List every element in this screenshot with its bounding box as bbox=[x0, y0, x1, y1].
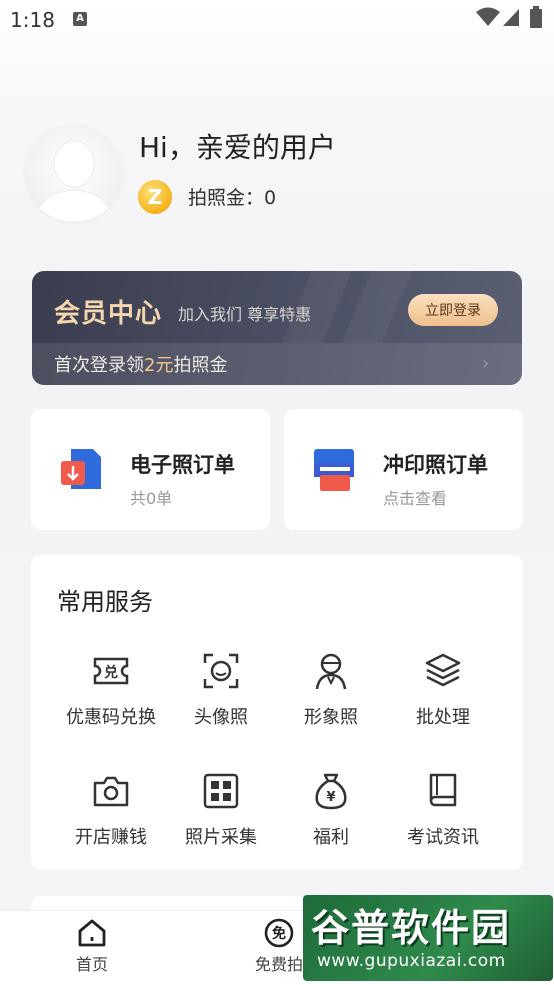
svg-text:兑: 兑 bbox=[104, 664, 118, 681]
service-label: 考试资讯 bbox=[407, 827, 479, 848]
membership-banner[interactable]: 会员中心 加入我们 尊享特惠 立即登录 首次登录领2元拍照金 › bbox=[32, 271, 522, 385]
reward-amount: 2元 bbox=[144, 355, 174, 376]
order-view-link: 点击查看 bbox=[383, 489, 448, 508]
coupon-exchange-icon: 兑 bbox=[93, 657, 129, 685]
print-photo-order-icon bbox=[314, 449, 354, 491]
service-avatar-photo[interactable]: 头像照 bbox=[166, 651, 276, 729]
person-icon bbox=[315, 653, 347, 690]
order-count: 共0单 bbox=[130, 489, 173, 508]
status-bar: 1:18 A bbox=[0, 0, 554, 40]
service-label: 开店赚钱 bbox=[75, 827, 147, 848]
login-reward-tip: 首次登录领2元拍照金 bbox=[54, 355, 228, 376]
services-heading: 常用服务 bbox=[57, 588, 153, 616]
signal-icon bbox=[503, 9, 519, 26]
service-label: 福利 bbox=[313, 827, 349, 848]
service-label: 批处理 bbox=[416, 707, 470, 728]
service-label: 形象照 bbox=[304, 707, 358, 728]
battery-icon bbox=[530, 6, 542, 28]
common-services-panel: 常用服务 兑 优惠码兑换 头像照 形象照 批处理 开店赚钱 照片采集 ¥ 福利 … bbox=[31, 555, 523, 870]
service-batch-process[interactable]: 批处理 bbox=[388, 651, 498, 729]
grid-icon bbox=[203, 773, 239, 809]
service-welfare[interactable]: ¥ 福利 bbox=[276, 771, 386, 849]
free-icon: 免 bbox=[264, 918, 294, 948]
camera-icon bbox=[93, 776, 129, 807]
watermark-logo: 谷普软件园 www.gupuxiazai.com bbox=[303, 895, 553, 981]
coin-icon: Z bbox=[138, 180, 172, 214]
money-bag-icon: ¥ bbox=[315, 773, 347, 810]
avatar[interactable] bbox=[25, 124, 123, 222]
order-title: 电子照订单 bbox=[130, 453, 235, 477]
chevron-right-icon: › bbox=[482, 353, 490, 374]
service-photo-collection[interactable]: 照片采集 bbox=[166, 771, 276, 849]
wifi-icon bbox=[476, 7, 500, 26]
service-exam-info[interactable]: 考试资讯 bbox=[388, 771, 498, 849]
status-time: 1:18 bbox=[10, 8, 55, 32]
service-label: 优惠码兑换 bbox=[66, 707, 156, 728]
membership-subtitle: 加入我们 尊享特惠 bbox=[178, 305, 312, 324]
svg-text:免: 免 bbox=[272, 925, 286, 942]
default-avatar-icon bbox=[34, 140, 114, 222]
service-image-photo[interactable]: 形象照 bbox=[276, 651, 386, 729]
notification-icon: A bbox=[73, 12, 87, 26]
login-button[interactable]: 立即登录 bbox=[408, 294, 498, 326]
service-label: 头像照 bbox=[194, 707, 248, 728]
layers-icon bbox=[425, 653, 461, 687]
nav-home[interactable]: 首页 bbox=[62, 917, 122, 975]
photo-coin-balance: 拍照金：0 bbox=[188, 187, 277, 209]
watermark-title: 谷普软件园 bbox=[311, 906, 512, 950]
nav-label: 首页 bbox=[75, 955, 108, 974]
order-title: 冲印照订单 bbox=[383, 453, 488, 477]
membership-title: 会员中心 bbox=[54, 299, 163, 329]
face-frame-icon bbox=[203, 653, 239, 689]
digital-photo-order-card[interactable]: 电子照订单 共0单 bbox=[31, 409, 270, 530]
home-icon bbox=[78, 919, 106, 947]
service-coupon-exchange[interactable]: 兑 优惠码兑换 bbox=[56, 651, 166, 729]
print-photo-order-card[interactable]: 冲印照订单 点击查看 bbox=[284, 409, 523, 530]
digital-photo-order-icon bbox=[61, 449, 101, 489]
watermark-url: www.gupuxiazai.com bbox=[317, 951, 506, 971]
svg-text:¥: ¥ bbox=[326, 790, 335, 805]
greeting: Hi，亲爱的用户 bbox=[139, 131, 336, 164]
service-open-store[interactable]: 开店赚钱 bbox=[56, 771, 166, 849]
book-icon bbox=[429, 773, 457, 807]
service-label: 照片采集 bbox=[185, 827, 257, 848]
